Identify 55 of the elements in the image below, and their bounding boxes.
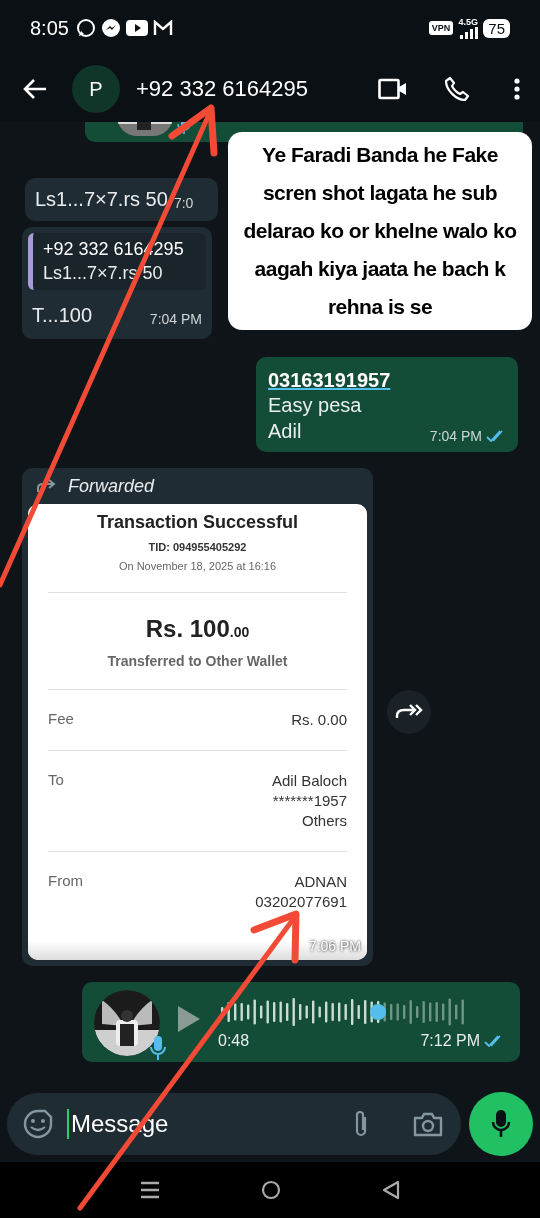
back-icon[interactable] [381,1180,400,1200]
phone-call-icon[interactable] [444,76,470,102]
recent-apps-icon[interactable] [140,1180,161,1200]
message-time: 7:0 [173,195,194,211]
forward-icon[interactable] [387,690,431,734]
phone-link[interactable]: 03163191957 [268,369,506,392]
sticker-icon [23,1109,53,1139]
forwarded-label: Forwarded [68,475,155,497]
field-label: To [48,771,64,790]
field-value: Rs. 0.00 [291,710,347,730]
back-arrow-icon[interactable] [22,78,48,100]
message-text: Ls1...7×7.rs 50 [35,188,168,211]
receipt-card[interactable]: Transaction Successful TID: 094955405292 On November 18, 2025 at 16:16 Rs. 100.00 Transferred to Other Wallet Fee Rs. 0.00 To Adil Baloch *******1957 Others From ADNAN 03202077691 7:06 PM [28,504,367,960]
video-app-icon [125,20,148,36]
message-time: 7:04 PM [429,428,482,444]
contact-avatar[interactable]: P [72,65,120,113]
message-time: 7:12 PM [420,1032,480,1050]
battery-level: 75 [483,18,510,38]
transaction-id: TID: 094955405292 [147,541,248,553]
message-text: Adil [268,419,302,444]
chat-app-icon [75,18,96,38]
network-type: 4.5G [458,17,479,27]
quoted-text: Ls1...7×7.rs 50 [43,263,164,284]
microphone-icon [491,1109,511,1139]
field-value: ADNAN [293,872,347,892]
field-label: From [48,872,83,891]
transaction-date: On November 18, 2025 at 16:16 [117,560,278,572]
field-value: *******1957 [271,791,347,811]
amount: Rs. 100.00 [144,615,251,643]
camera-icon[interactable] [413,1111,443,1137]
field-value: Others [301,811,347,831]
forwarded-icon [36,479,56,493]
message-text: Easy pesa [268,393,362,418]
field-value: Adil Baloch [271,771,347,791]
play-icon[interactable] [176,1004,202,1034]
mail-icon [152,20,173,36]
messenger-icon [100,18,121,38]
voice-duration: 0:48 [218,1032,250,1050]
field-value: 03202077691 [255,892,347,912]
microphone-icon [150,1036,166,1060]
status-time: 8:05 [30,16,69,40]
more-options-icon[interactable] [514,78,520,100]
vpn-indicator: VPN [428,21,454,35]
message-time: 7:04 PM [149,311,202,327]
transfer-type: Transferred to Other Wallet [106,653,289,669]
contact-name[interactable]: +92 332 6164295 [136,76,378,102]
home-icon[interactable] [261,1180,281,1200]
annotation-note: Ye Faradi Banda he Fake scren shot lagata he sub delarao ko or khelne walo ko aagah kiya jaata he bach k rehna is se [228,132,532,330]
video-call-icon[interactable] [378,78,408,100]
message-text: T...100 [32,304,93,327]
signal-icon [458,26,479,39]
playback-thumb[interactable] [370,1004,386,1020]
field-label: Fee [48,710,74,729]
receipt-title: Transaction Successful [95,512,300,533]
message-time: 7:06 PM [308,938,361,954]
